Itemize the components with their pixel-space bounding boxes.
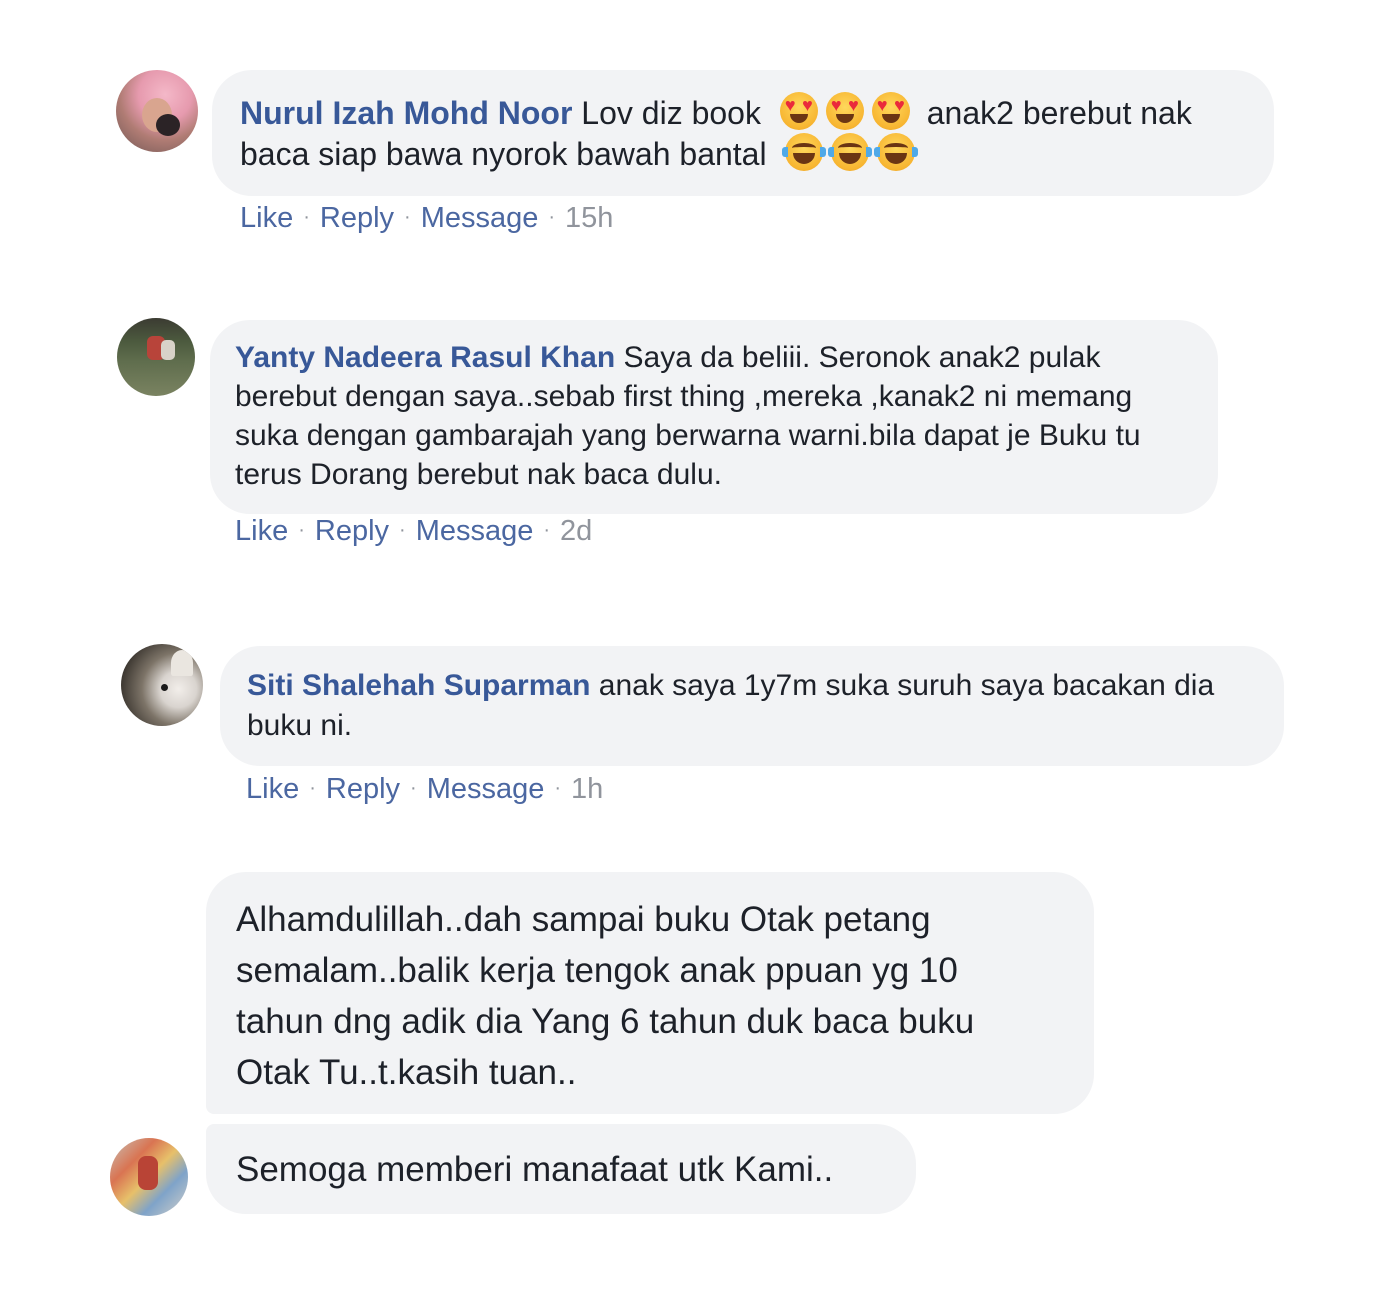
comment-author[interactable]: Yanty Nadeera Rasul Khan [235,341,615,374]
avatar[interactable] [110,1138,188,1216]
comment-bubble: Siti Shalehah Suparman anak saya 1y7m su… [220,646,1284,766]
separator: · [543,519,551,541]
comment-author[interactable]: Siti Shalehah Suparman [247,669,590,702]
separator: · [548,206,556,228]
tears-of-joy-emoji-icon [874,133,919,171]
comment-bubble: Nurul Izah Mohd Noor Lov diz book anak2 … [212,70,1274,196]
comment-actions: Like · Reply · Message · 2d [235,515,592,548]
comment-bubble: Yanty Nadeera Rasul Khan Saya da beliii.… [210,320,1218,514]
tears-of-joy-emoji-icon [782,133,827,171]
message-bubble: Semoga memberi manafaat utk Kami.. [206,1124,916,1214]
separator: · [309,777,316,799]
message-text: Alhamdulillah..dah sampai buku Otak peta… [236,900,975,1092]
heart-eyes-emoji-icon [871,92,910,130]
avatar-figure [161,340,175,360]
like-link[interactable]: Like [240,202,293,234]
avatar[interactable] [116,70,198,152]
avatar-mask [156,114,180,136]
like-link[interactable]: Like [246,773,299,805]
reply-link[interactable]: Reply [315,515,389,547]
comment-author[interactable]: Nurul Izah Mohd Noor [240,95,572,131]
message-text: Semoga memberi manafaat utk Kami.. [236,1150,834,1189]
comment-text: Lov diz book [581,95,761,131]
message-link[interactable]: Message [421,202,539,234]
separator: · [399,519,406,541]
timestamp[interactable]: 15h [565,202,613,234]
message-link[interactable]: Message [427,773,545,805]
comment-actions: Like · Reply · Message · 15h [240,202,613,235]
message-link[interactable]: Message [416,515,534,547]
avatar-cat-eye [161,684,168,691]
message-bubble: Alhamdulillah..dah sampai buku Otak peta… [206,872,1094,1114]
separator: · [404,206,411,228]
separator: · [410,777,417,799]
reply-link[interactable]: Reply [320,202,394,234]
reply-link[interactable]: Reply [326,773,400,805]
timestamp[interactable]: 2d [560,515,592,547]
separator: · [303,206,310,228]
like-link[interactable]: Like [235,515,288,547]
separator: · [298,519,305,541]
tears-of-joy-emoji-icon [828,133,873,171]
avatar[interactable] [121,644,203,726]
timestamp[interactable]: 1h [571,773,603,805]
heart-eyes-emoji-icon [779,92,818,130]
avatar[interactable] [117,318,195,396]
separator: · [554,777,562,799]
avatar-figure [138,1156,158,1190]
heart-eyes-emoji-icon [825,92,864,130]
avatar-cat-ear [171,650,193,676]
comment-actions: Like · Reply · Message · 1h [246,773,603,806]
